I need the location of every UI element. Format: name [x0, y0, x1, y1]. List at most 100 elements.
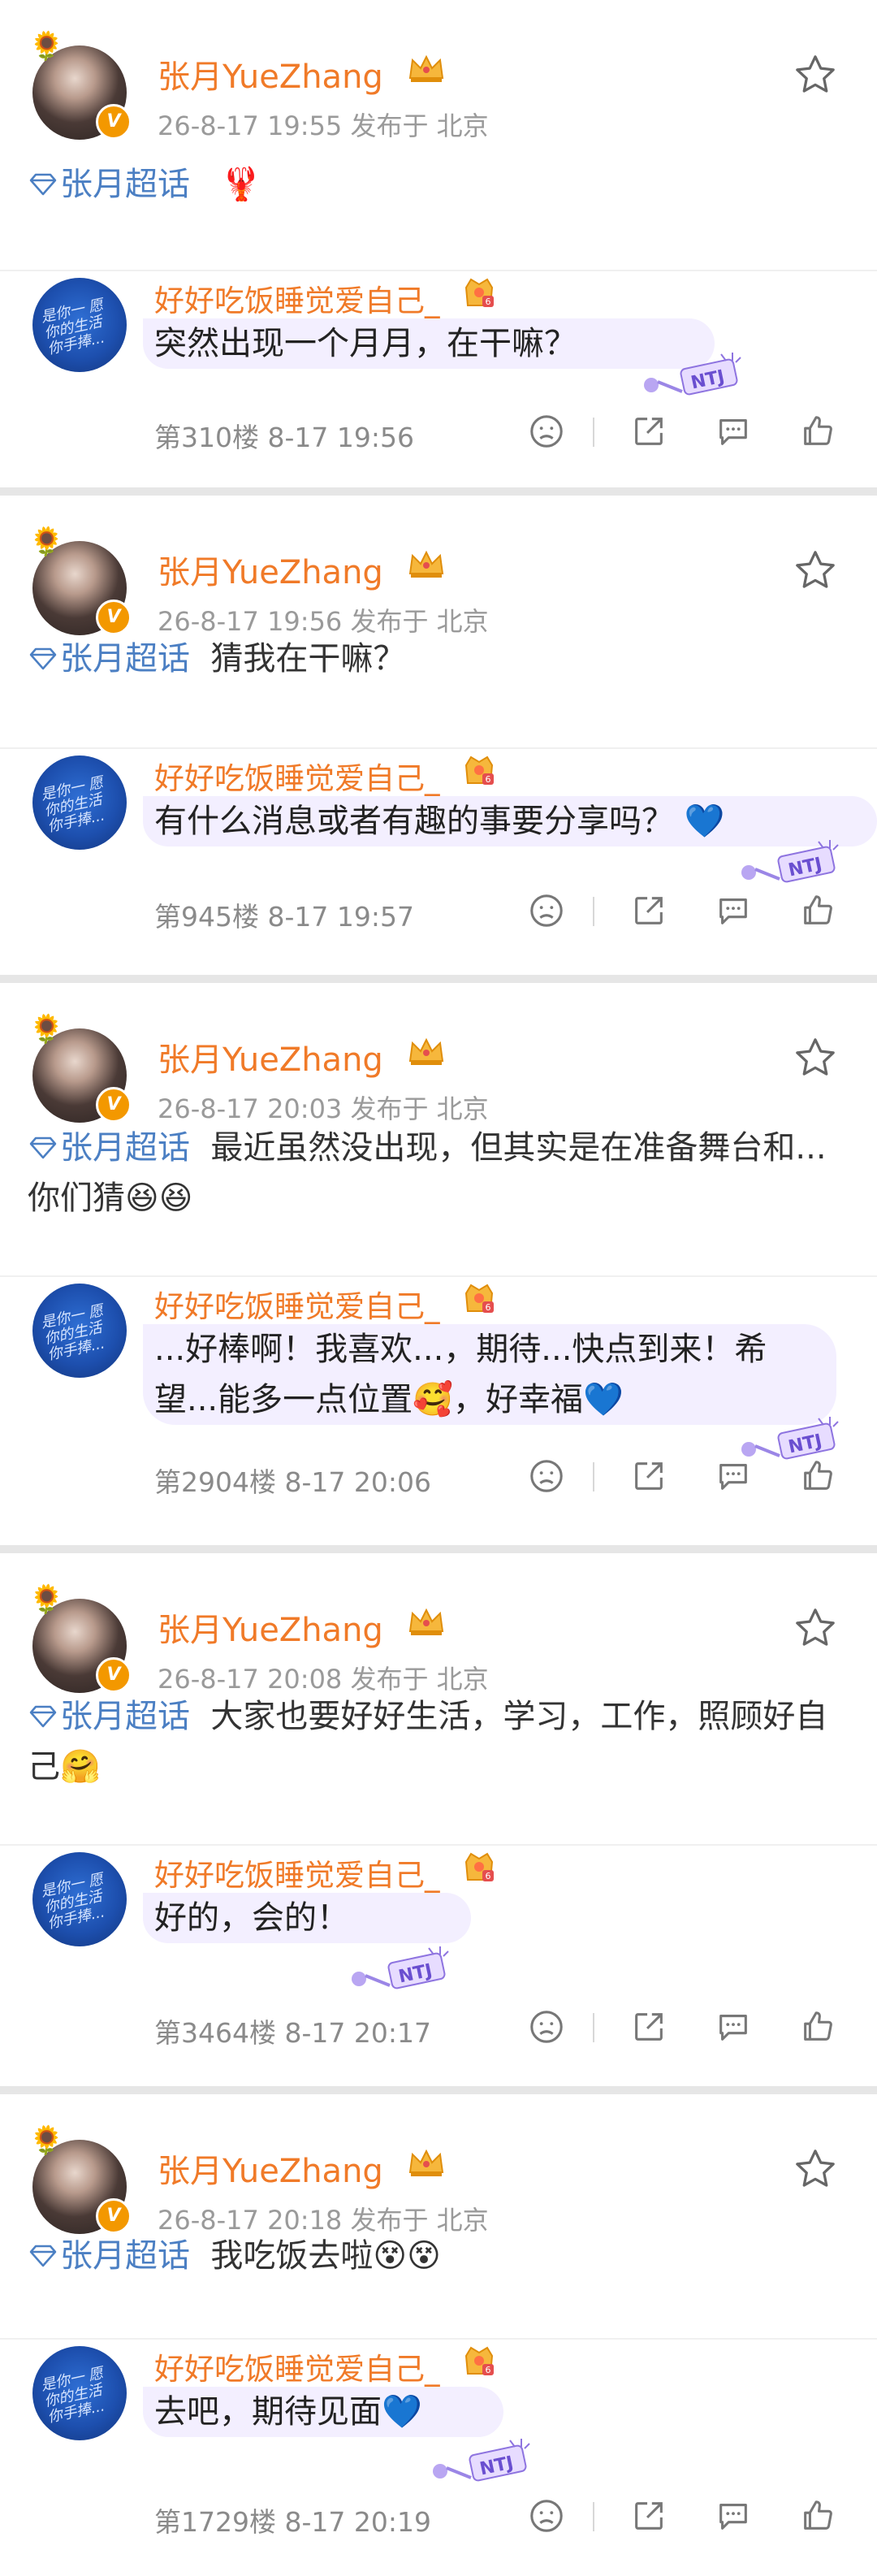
floor-info: 第945楼 8-17 19:57 [154, 901, 414, 933]
commenter-avatar[interactable]: 是你一 愿你的生活 你手捧... [32, 278, 127, 372]
svg-text:6: 6 [486, 1871, 491, 1881]
divider [0, 1844, 877, 1846]
diamond-icon [28, 1693, 58, 1728]
author-name[interactable]: 张月YueZhang [158, 1604, 383, 1651]
comment-actions [528, 1457, 853, 1500]
verified-badge: V [96, 1087, 132, 1123]
divider [0, 747, 877, 749]
verified-badge: V [96, 2198, 132, 2234]
like-icon[interactable] [799, 2008, 836, 2046]
action-divider [593, 1462, 594, 1491]
author-name[interactable]: 张月YueZhang [158, 1033, 383, 1080]
topic-link[interactable]: 张月超话 [28, 1698, 190, 1735]
post-meta: 26-8-17 19:55 发布于 北京 [158, 110, 489, 141]
fan-level-badge: 6 [461, 2344, 497, 2377]
commenter-name[interactable]: 好好吃饭睡觉爱自己_ [154, 276, 440, 320]
floor-info: 第310楼 8-17 19:56 [154, 422, 414, 453]
verified-badge: V [96, 104, 132, 140]
post-text: 张月超话 最近虽然没出现，但其实是在准备舞台和...你们猜😆😆 [28, 1123, 840, 1223]
ntj-sticker: NTJ [341, 1943, 455, 1994]
action-divider [593, 2502, 594, 2531]
sad-face-icon[interactable] [528, 892, 565, 929]
commenter-name[interactable]: 好好吃饭睡觉爱自己_ [154, 1282, 440, 1326]
fan-level-badge: 6 [461, 276, 497, 309]
commenter-avatar[interactable]: 是你一 愿你的生活 你手捧... [32, 2346, 127, 2440]
svg-text:6: 6 [486, 774, 491, 785]
diamond-icon [28, 635, 58, 670]
post-text: 张月超话 我吃饭去啦😵😵 [28, 2231, 840, 2281]
action-divider [593, 2013, 594, 2042]
comment-icon[interactable] [715, 2497, 752, 2535]
like-icon[interactable] [799, 1457, 836, 1495]
ntj-sticker: NTJ [731, 1414, 845, 1464]
comment-icon[interactable] [715, 1457, 752, 1495]
sad-face-icon[interactable] [528, 1457, 565, 1495]
topic-link[interactable]: 张月超话 [28, 1129, 190, 1167]
like-icon[interactable] [799, 2497, 836, 2535]
topic-link[interactable]: 张月超话 [28, 640, 190, 678]
diamond-icon [28, 1124, 58, 1159]
floor-info: 第1729楼 8-17 20:19 [154, 2506, 431, 2538]
comment-icon[interactable] [715, 2008, 752, 2046]
star-icon[interactable] [793, 1605, 838, 1651]
comment-icon[interactable] [715, 413, 752, 450]
share-icon[interactable] [630, 1457, 667, 1495]
fan-level-badge: 6 [461, 1851, 497, 1883]
like-icon[interactable] [799, 413, 836, 450]
ntj-sticker: NTJ [633, 349, 747, 400]
diamond-icon [28, 2232, 58, 2267]
crown-icon [406, 2146, 447, 2179]
sad-face-icon[interactable] [528, 2497, 565, 2535]
verified-badge: V [96, 1657, 132, 1693]
crown-icon [406, 52, 447, 84]
fan-level-badge: 6 [461, 1282, 497, 1314]
sunflower-icon: 🌻 [29, 1583, 64, 1616]
star-icon[interactable] [793, 548, 838, 593]
commenter-name[interactable]: 好好吃饭睡觉爱自己_ [154, 1851, 440, 1894]
action-divider [593, 418, 594, 447]
sad-face-icon[interactable] [528, 413, 565, 450]
star-icon[interactable] [793, 52, 838, 97]
comment-actions [528, 2497, 853, 2539]
ntj-sticker: NTJ [422, 2435, 536, 2486]
post-meta: 26-8-17 20:03 发布于 北京 [158, 1093, 489, 1124]
svg-text:6: 6 [486, 297, 491, 307]
divider [0, 1275, 877, 1277]
commenter-avatar[interactable]: 是你一 愿你的生活 你手捧... [32, 1284, 127, 1378]
star-icon[interactable] [793, 2146, 838, 2192]
topic-link[interactable]: 张月超话 [28, 2237, 190, 2275]
commenter-name[interactable]: 好好吃饭睡觉爱自己_ [154, 754, 440, 798]
topic-link[interactable]: 张月超话 [28, 166, 190, 203]
commenter-avatar[interactable]: 是你一 愿你的生活 你手捧... [32, 1852, 127, 1946]
comment-bubble: 好的，会的！ [143, 1893, 471, 1943]
author-name[interactable]: 张月YueZhang [158, 546, 383, 593]
floor-info: 第3464楼 8-17 20:17 [154, 2017, 431, 2049]
comment-actions [528, 2008, 853, 2050]
action-divider [593, 897, 594, 926]
sad-face-icon[interactable] [528, 2008, 565, 2046]
sunflower-icon: 🌻 [29, 526, 64, 558]
comment-bubble: 突然出现一个月月，在干嘛？ [143, 318, 715, 369]
sunflower-icon: 🌻 [29, 30, 64, 63]
share-icon[interactable] [630, 2008, 667, 2046]
author-name[interactable]: 张月YueZhang [158, 2145, 383, 2192]
share-icon[interactable] [630, 892, 667, 929]
crown-icon [406, 1035, 447, 1067]
verified-badge: V [96, 600, 132, 635]
sunflower-icon: 🌻 [29, 2124, 64, 2157]
svg-text:6: 6 [486, 1302, 491, 1313]
divider [0, 270, 877, 271]
comment-bubble: ...好棒啊！我喜欢...，期待...快点到来！希 望...能多一点位置🥰，好幸福… [143, 1324, 836, 1425]
commenter-avatar[interactable]: 是你一 愿你的生活 你手捧... [32, 755, 127, 850]
share-icon[interactable] [630, 2497, 667, 2535]
crown-icon [406, 1605, 447, 1638]
commenter-name[interactable]: 好好吃饭睡觉爱自己_ [154, 2344, 440, 2388]
crown-icon [406, 548, 447, 580]
like-icon[interactable] [799, 892, 836, 929]
post-text: 张月超话 大家也要好好生活，学习，工作，照顾好自己🤗 [28, 1691, 840, 1792]
comment-icon[interactable] [715, 892, 752, 929]
star-icon[interactable] [793, 1035, 838, 1080]
sunflower-icon: 🌻 [29, 1013, 64, 1046]
author-name[interactable]: 张月YueZhang [158, 50, 383, 97]
share-icon[interactable] [630, 413, 667, 450]
